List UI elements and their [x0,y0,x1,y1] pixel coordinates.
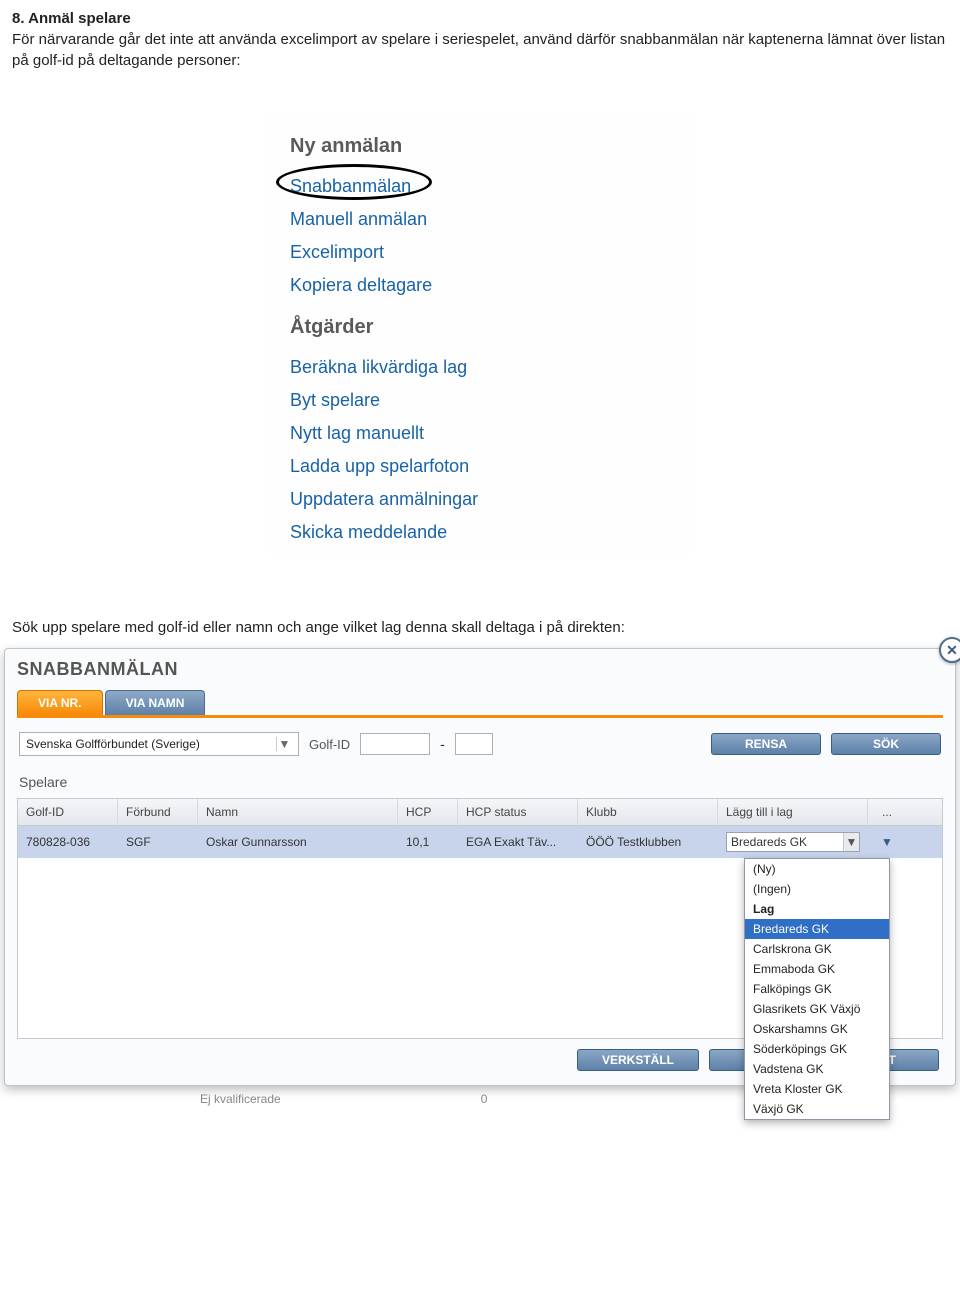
golfid-dash: - [440,736,445,752]
chevron-down-icon: ▼ [276,737,292,751]
cell-team-select[interactable]: Bredareds GK ▼ [718,826,868,858]
dropdown-option[interactable]: Söderköpings GK [745,1039,889,1059]
menu-item-excelimport[interactable]: Excelimport [290,236,670,269]
menu-heading-atgarder: Åtgärder [290,316,670,339]
col-hcp[interactable]: HCP [398,799,458,825]
dropdown-option[interactable]: Emmaboda GK [745,959,889,979]
chevron-down-icon: ▼ [843,833,859,851]
col-namn[interactable]: Namn [198,799,398,825]
col-hcpstatus[interactable]: HCP status [458,799,578,825]
dropdown-option[interactable]: (Ingen) [745,879,889,899]
federation-value: Svenska Golfförbundet (Sverige) [26,737,200,751]
menu-item-nytt-lag-manuellt[interactable]: Nytt lag manuellt [290,417,670,450]
col-golfid[interactable]: Golf-ID [18,799,118,825]
dropdown-option[interactable]: (Ny) [745,859,889,879]
menu-item-kopiera-deltagare[interactable]: Kopiera deltagare [290,269,670,302]
team-dropdown[interactable]: (Ny)(Ingen)LagBredareds GKCarlskrona GKE… [744,858,890,1120]
dropdown-option[interactable]: Vreta Kloster GK [745,1079,889,1099]
cell-namn: Oskar Gunnarsson [198,829,398,855]
menu-item-skicka-meddelande[interactable]: Skicka meddelande [290,516,670,549]
table-row[interactable]: 780828-036 SGF Oskar Gunnarsson 10,1 EGA… [18,826,942,858]
cell-klubb: ÖÖÖ Testklubben [578,829,718,855]
dialog-title: SNABBANMÄLAN [17,659,943,680]
menu-item-berakna-likvardiga-lag[interactable]: Beräkna likvärdiga lag [290,351,670,384]
tab-via-namn[interactable]: VIA NAMN [105,690,206,715]
dropdown-option[interactable]: Carlskrona GK [745,939,889,959]
verkstall-button[interactable]: VERKSTÄLL [577,1049,699,1071]
ej-kvalificerade-count: 0 [481,1092,488,1106]
cell-golfid: 780828-036 [18,829,118,855]
menu-item-manuell-anmalan[interactable]: Manuell anmälan [290,203,670,236]
menu-panel: Ny anmälan Snabbanmälan Manuell anmälan … [270,111,690,559]
tab-via-nr[interactable]: VIA NR. [17,690,103,715]
sok-button[interactable]: SÖK [831,733,941,755]
grid-header: Golf-ID Förbund Namn HCP HCP status Klub… [18,799,942,826]
dropdown-option[interactable]: Lag [745,899,889,919]
golfid-input-part2[interactable] [455,733,493,755]
team-select-value: Bredareds GK [731,835,807,849]
row-expand-icon[interactable]: ▼ [868,829,906,855]
dropdown-option[interactable]: Falköpings GK [745,979,889,999]
cell-hcpstatus: EGA Exakt Täv... [458,829,578,855]
col-lagg-till-i-lag[interactable]: Lägg till i lag [718,799,868,825]
col-klubb[interactable]: Klubb [578,799,718,825]
dropdown-option[interactable]: Oskarshamns GK [745,1019,889,1039]
grid-empty-area: (Ny)(Ingen)LagBredareds GKCarlskrona GKE… [18,858,942,1038]
doc-mid-text: Sök upp spelare med golf-id eller namn o… [0,619,960,646]
menu-heading-ny-anmalan: Ny anmälan [290,135,670,158]
dropdown-option[interactable]: Vadstena GK [745,1059,889,1079]
rensa-button[interactable]: RENSA [711,733,821,755]
doc-heading: 8. Anmäl spelare [12,8,948,29]
col-forbund[interactable]: Förbund [118,799,198,825]
col-more[interactable]: ... [868,799,906,825]
dropdown-option[interactable]: Glasrikets GK Växjö [745,999,889,1019]
cell-hcp: 10,1 [398,829,458,855]
spelare-grid: Golf-ID Förbund Namn HCP HCP status Klub… [17,798,943,1039]
ej-kvalificerade-label: Ej kvalificerade [200,1092,281,1106]
menu-item-uppdatera-anmalningar[interactable]: Uppdatera anmälningar [290,483,670,516]
federation-select[interactable]: Svenska Golfförbundet (Sverige) ▼ [19,732,299,756]
doc-body: För närvarande går det inte att använda … [12,29,948,71]
dropdown-option[interactable]: Växjö GK [745,1099,889,1119]
snabbanmalan-dialog: ✕ SNABBANMÄLAN VIA NR. VIA NAMN Svenska … [4,648,956,1086]
menu-item-byt-spelare[interactable]: Byt spelare [290,384,670,417]
tab-underline [17,715,943,718]
menu-item-ladda-upp-spelarfoton[interactable]: Ladda upp spelarfoton [290,450,670,483]
cell-forbund: SGF [118,829,198,855]
golfid-input-part1[interactable] [360,733,430,755]
menu-item-snabbanmalan[interactable]: Snabbanmälan [290,170,411,203]
close-button[interactable]: ✕ [939,637,960,663]
spelare-label: Spelare [19,774,943,790]
golfid-label: Golf-ID [309,737,350,752]
dropdown-option[interactable]: Bredareds GK [745,919,889,939]
